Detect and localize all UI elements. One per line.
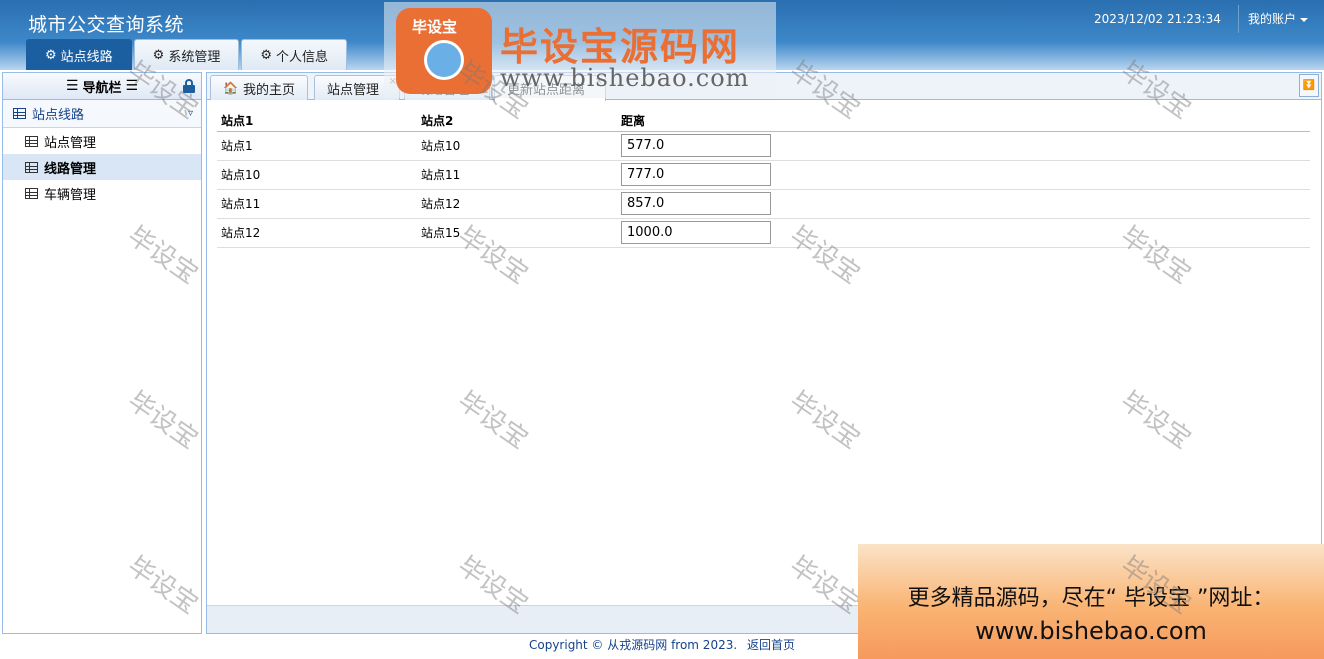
distance-input[interactable] [621, 134, 771, 157]
sidebar-item-vehicle-management[interactable]: 车辆管理 [3, 180, 201, 206]
account-label: 我的账户 [1248, 12, 1297, 26]
sidebar-title: 导航栏 [82, 80, 122, 96]
sidebar-item-station-management[interactable]: 站点管理 [3, 128, 201, 154]
close-icon[interactable]: × [479, 76, 487, 87]
tab-label: 站点线路 [60, 49, 113, 65]
sidebar-group-stations-lines[interactable]: 站点线路 ▿ [3, 100, 201, 128]
station1-cell: 站点11 [217, 189, 417, 219]
close-icon[interactable]: × [389, 76, 397, 87]
tab-label: 站点管理 [327, 82, 380, 98]
sidebar-item-label: 站点管理 [44, 135, 97, 151]
tab-line-management[interactable]: 线路管理 × [404, 75, 491, 100]
tab-personal-info[interactable]: ⚙ 个人信息 [241, 39, 348, 70]
station1-cell: 站点10 [217, 160, 417, 190]
column-header-station1: 站点1 [217, 111, 417, 132]
table-header-row: 站点1 站点2 距离 [217, 111, 1310, 132]
tab-stations-lines[interactable]: ⚙ 站点线路 [26, 39, 132, 70]
station2-cell: 站点12 [417, 189, 617, 219]
tab-my-home[interactable]: 🏠 我的主页 [210, 75, 308, 100]
table-row: 站点1 站点10 [217, 131, 1310, 161]
sidebar-item-label: 线路管理 [44, 161, 97, 177]
column-header-distance: 距离 [617, 111, 1310, 132]
tab-label: 系统管理 [168, 49, 221, 65]
gear-icon: ⚙ [45, 47, 57, 63]
sidebar-item-label: 车辆管理 [44, 187, 97, 203]
table-row: 站点12 站点15 [217, 218, 1310, 248]
table-icon [25, 135, 38, 147]
header-bar: 城市公交查询系统 2023/12/02 21:23:34 我的账户 ⚙ 站点线路… [0, 0, 1324, 70]
chevron-down-icon: ▿ [187, 108, 193, 119]
tab-label: 个人信息 [276, 49, 329, 65]
table-row: 站点11 站点12 [217, 189, 1310, 219]
app-window: 城市公交查询系统 2023/12/02 21:23:34 我的账户 ⚙ 站点线路… [0, 0, 1324, 659]
app-title: 城市公交查询系统 [28, 14, 185, 36]
table-icon [25, 187, 38, 199]
clock-display: 2023/12/02 21:23:34 [1094, 12, 1221, 26]
menu-bars-icon: ☰ [125, 78, 139, 94]
distance-cell [617, 160, 1310, 190]
caret-down-icon [1300, 17, 1309, 22]
distance-cell [617, 218, 1310, 248]
distance-input[interactable] [621, 221, 771, 244]
station1-cell: 站点12 [217, 218, 417, 248]
gear-icon: ⚙ [152, 47, 165, 63]
home-link[interactable]: 返回首页 [747, 638, 795, 652]
double-chevron-down-icon[interactable]: ⏬ [1299, 74, 1319, 97]
tab-station-management[interactable]: 站点管理 × [314, 75, 401, 100]
distance-input[interactable] [621, 163, 771, 186]
account-menu[interactable]: 我的账户 [1238, 5, 1309, 33]
distance-input[interactable] [621, 192, 771, 215]
home-icon: 🏠 [223, 81, 238, 95]
station2-cell: 站点10 [417, 131, 617, 161]
promo-banner: 更多精品源码，尽在“ 毕设宝 ”网址： www.bishebao.com [858, 544, 1324, 659]
top-tabs: ⚙ 站点线路 ⚙ 系统管理 ⚙ 个人信息 [26, 39, 348, 70]
lock-icon[interactable] [183, 79, 195, 93]
promo-line1: 更多精品源码，尽在“ 毕设宝 ”网址： [907, 586, 1275, 611]
station2-cell: 站点15 [417, 218, 617, 248]
station1-cell: 站点1 [217, 131, 417, 161]
distance-cell [617, 189, 1310, 219]
tab-label: 线路管理 [417, 82, 470, 98]
close-icon[interactable]: × [595, 76, 603, 87]
table-row: 站点10 站点11 [217, 160, 1310, 190]
menu-bars-icon: ☰ [65, 78, 79, 94]
promo-line2: www.bishebao.com [975, 617, 1207, 645]
column-header-station2: 站点2 [417, 111, 617, 132]
content-tabs-bar: 🏠 我的主页 站点管理 × 线路管理 × 更新站点距离 × ⏬ [207, 73, 1321, 101]
tab-system-management[interactable]: ⚙ 系统管理 [133, 39, 240, 70]
tab-update-station-distance[interactable]: 更新站点距离 × [494, 75, 607, 101]
station2-cell: 站点11 [417, 160, 617, 190]
sidebar-header: ☰ 导航栏 ☰ [3, 73, 201, 100]
sidebar: ☰ 导航栏 ☰ 站点线路 ▿ 站点管理 线路管理 车辆管理 [2, 72, 202, 634]
table-icon [25, 161, 38, 173]
sidebar-item-line-management[interactable]: 线路管理 [3, 154, 201, 180]
table-icon [13, 108, 26, 119]
tab-label: 我的主页 [242, 82, 295, 98]
distance-cell [617, 131, 1310, 161]
distance-table: 站点1 站点2 距离 站点1 站点10 站点10 站点11 站点11 [217, 111, 1310, 248]
sidebar-group-label: 站点线路 [32, 108, 85, 123]
tab-label: 更新站点距离 [507, 83, 586, 98]
copyright-text: Copyright © 从戎源码网 from 2023. [528, 638, 738, 652]
gear-icon: ⚙ [260, 47, 272, 63]
